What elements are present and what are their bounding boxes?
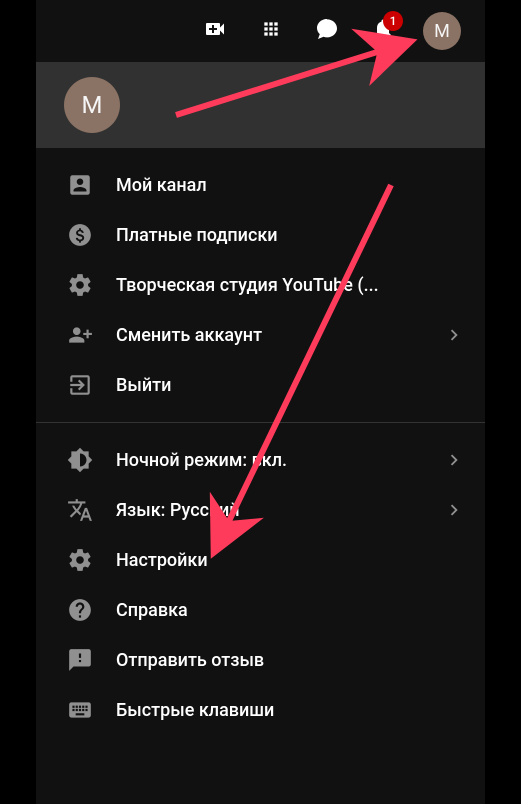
menu-label: Мой канал [116,175,465,196]
account-box-icon [66,171,94,199]
avatar-initial: M [82,91,103,119]
camera-plus-icon [203,17,227,45]
account-header: M [36,62,485,148]
menu-label: Сменить аккаунт [116,325,421,346]
menu-label: Платные подписки [116,225,465,246]
topbar: 1 M [36,0,485,62]
chevron-right-icon [443,324,465,346]
avatar-button[interactable]: M [423,12,461,50]
menu-language[interactable]: Язык: Русский [36,485,485,535]
menu-settings[interactable]: Настройки [36,535,485,585]
menu-label: Выйти [116,375,465,396]
messages-button[interactable] [305,9,349,53]
gear-icon [66,271,94,299]
menu-youtube-studio[interactable]: Творческая студия YouTube (... [36,260,485,310]
menu-label: Настройки [116,550,465,571]
menu-my-channel[interactable]: Мой канал [36,160,485,210]
menu-switch-account[interactable]: Сменить аккаунт [36,310,485,360]
menu-feedback[interactable]: Отправить отзыв [36,635,485,685]
menu-section-2: Ночной режим: вкл. Язык: Русский Настрой… [36,423,485,747]
people-switch-icon [66,321,94,349]
chat-bubble-icon [315,17,339,45]
keyboard-icon [66,696,94,724]
translate-icon [66,496,94,524]
apps-button[interactable] [249,9,293,53]
menu-label: Быстрые клавиши [116,700,465,721]
menu-dark-theme[interactable]: Ночной режим: вкл. [36,435,485,485]
menu-help[interactable]: Справка [36,585,485,635]
menu-label: Отправить отзыв [116,650,465,671]
menu-sign-out[interactable]: Выйти [36,360,485,410]
avatar-initial: M [434,21,450,42]
chevron-right-icon [443,449,465,471]
menu-label: Язык: Русский [116,500,421,521]
menu-label: Ночной режим: вкл. [116,450,421,471]
account-avatar: M [64,77,120,133]
chevron-right-icon [443,499,465,521]
create-video-button[interactable] [193,9,237,53]
apps-grid-icon [261,19,281,43]
feedback-icon [66,646,94,674]
menu-label: Творческая студия YouTube (... [116,275,465,296]
help-icon [66,596,94,624]
sign-out-icon [66,371,94,399]
dollar-circle-icon [66,221,94,249]
gear-icon [66,546,94,574]
menu-label: Справка [116,600,465,621]
menu-section-1: Мой канал Платные подписки Творческая ст… [36,148,485,422]
notifications-button[interactable]: 1 [361,9,405,53]
brightness-icon [66,446,94,474]
notification-badge: 1 [383,11,403,31]
menu-shortcuts[interactable]: Быстрые клавиши [36,685,485,735]
menu-paid-subscriptions[interactable]: Платные подписки [36,210,485,260]
